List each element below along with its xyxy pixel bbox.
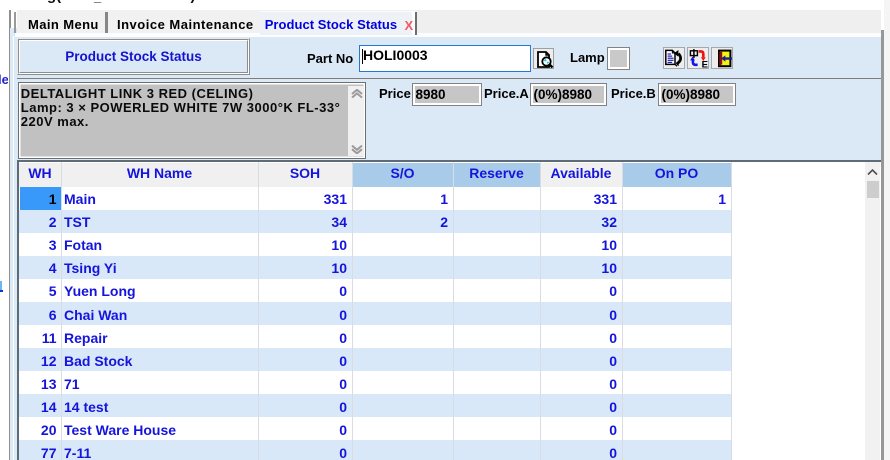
svg-text:E: E [701,60,707,69]
